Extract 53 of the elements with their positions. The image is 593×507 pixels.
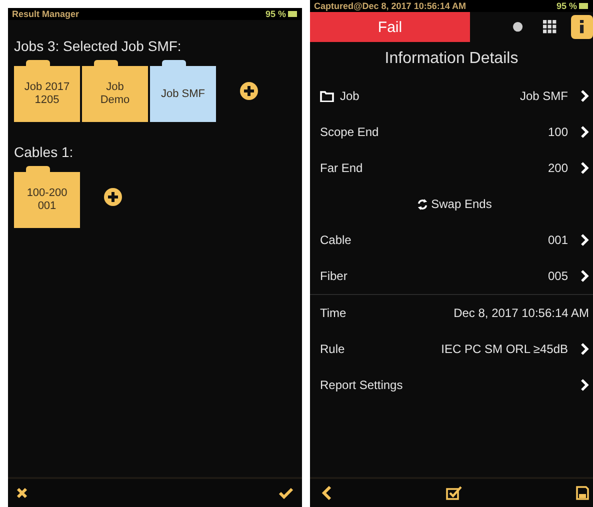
battery-level: 95 % (265, 9, 286, 19)
folder-icon (320, 90, 334, 102)
battery-level: 95 % (556, 1, 577, 11)
battery-icon (288, 11, 298, 17)
chevron-right-icon (580, 126, 589, 138)
refresh-icon (417, 198, 428, 210)
detail-row[interactable]: Rule IEC PC SM ORL ≥45dB (310, 331, 593, 367)
row-value: 005 (548, 269, 568, 283)
dot-icon (513, 22, 523, 32)
detail-row[interactable]: Fiber 005 (310, 258, 593, 294)
row-value: IEC PC SM ORL ≥45dB (441, 342, 568, 356)
result-banner: Fail (310, 12, 470, 42)
row-value: 200 (548, 161, 568, 175)
row-label: Far End (320, 161, 363, 175)
app-title: Result Manager (12, 9, 80, 19)
row-value: 100 (548, 125, 568, 139)
capture-timestamp: Captured@Dec 8, 2017 10:56:14 AM (314, 1, 466, 11)
grid-icon (543, 20, 557, 34)
chevron-right-icon (580, 234, 589, 246)
view-tab[interactable] (571, 15, 593, 39)
section-title: Information Details (384, 50, 520, 68)
chevron-right-icon (580, 162, 589, 174)
detail-row[interactable]: Job Job SMF (310, 78, 593, 114)
checkmark-icon[interactable] (278, 487, 294, 499)
add-icon[interactable] (240, 82, 258, 100)
detail-row[interactable]: Cable 001 (310, 222, 593, 258)
row-value: 001 (548, 233, 568, 247)
detail-row[interactable]: Scope End 100 (310, 114, 593, 150)
chevron-right-icon (580, 270, 589, 282)
jobs-heading: Jobs 3: Selected Job SMF: (14, 38, 182, 54)
row-label: Fiber (320, 269, 348, 283)
chevron-right-icon (580, 379, 589, 391)
swap-ends-button[interactable]: Swap Ends (415, 195, 494, 213)
row-label: Time (320, 306, 346, 320)
add-icon[interactable] (104, 188, 122, 206)
detail-row[interactable]: Far End 200 (310, 150, 593, 186)
back-icon[interactable] (322, 486, 332, 500)
row-label: Cable (320, 233, 352, 247)
cables-heading: Cables 1: (14, 144, 74, 160)
battery-icon (579, 3, 589, 9)
chevron-right-icon (580, 90, 589, 102)
row-value: Dec 8, 2017 10:56:14 AM (454, 306, 589, 320)
save-icon[interactable] (576, 486, 589, 500)
close-icon[interactable] (16, 487, 28, 499)
row-label: Rule (320, 342, 345, 356)
info-icon (580, 20, 584, 34)
row-label: Report Settings (320, 378, 403, 392)
checkbox-icon[interactable] (446, 486, 462, 500)
row-value: Job SMF (520, 89, 568, 103)
detail-row[interactable]: Report Settings (310, 367, 593, 403)
row-label: Scope End (320, 125, 379, 139)
row-label: Job (340, 89, 360, 103)
chevron-right-icon (580, 343, 589, 355)
